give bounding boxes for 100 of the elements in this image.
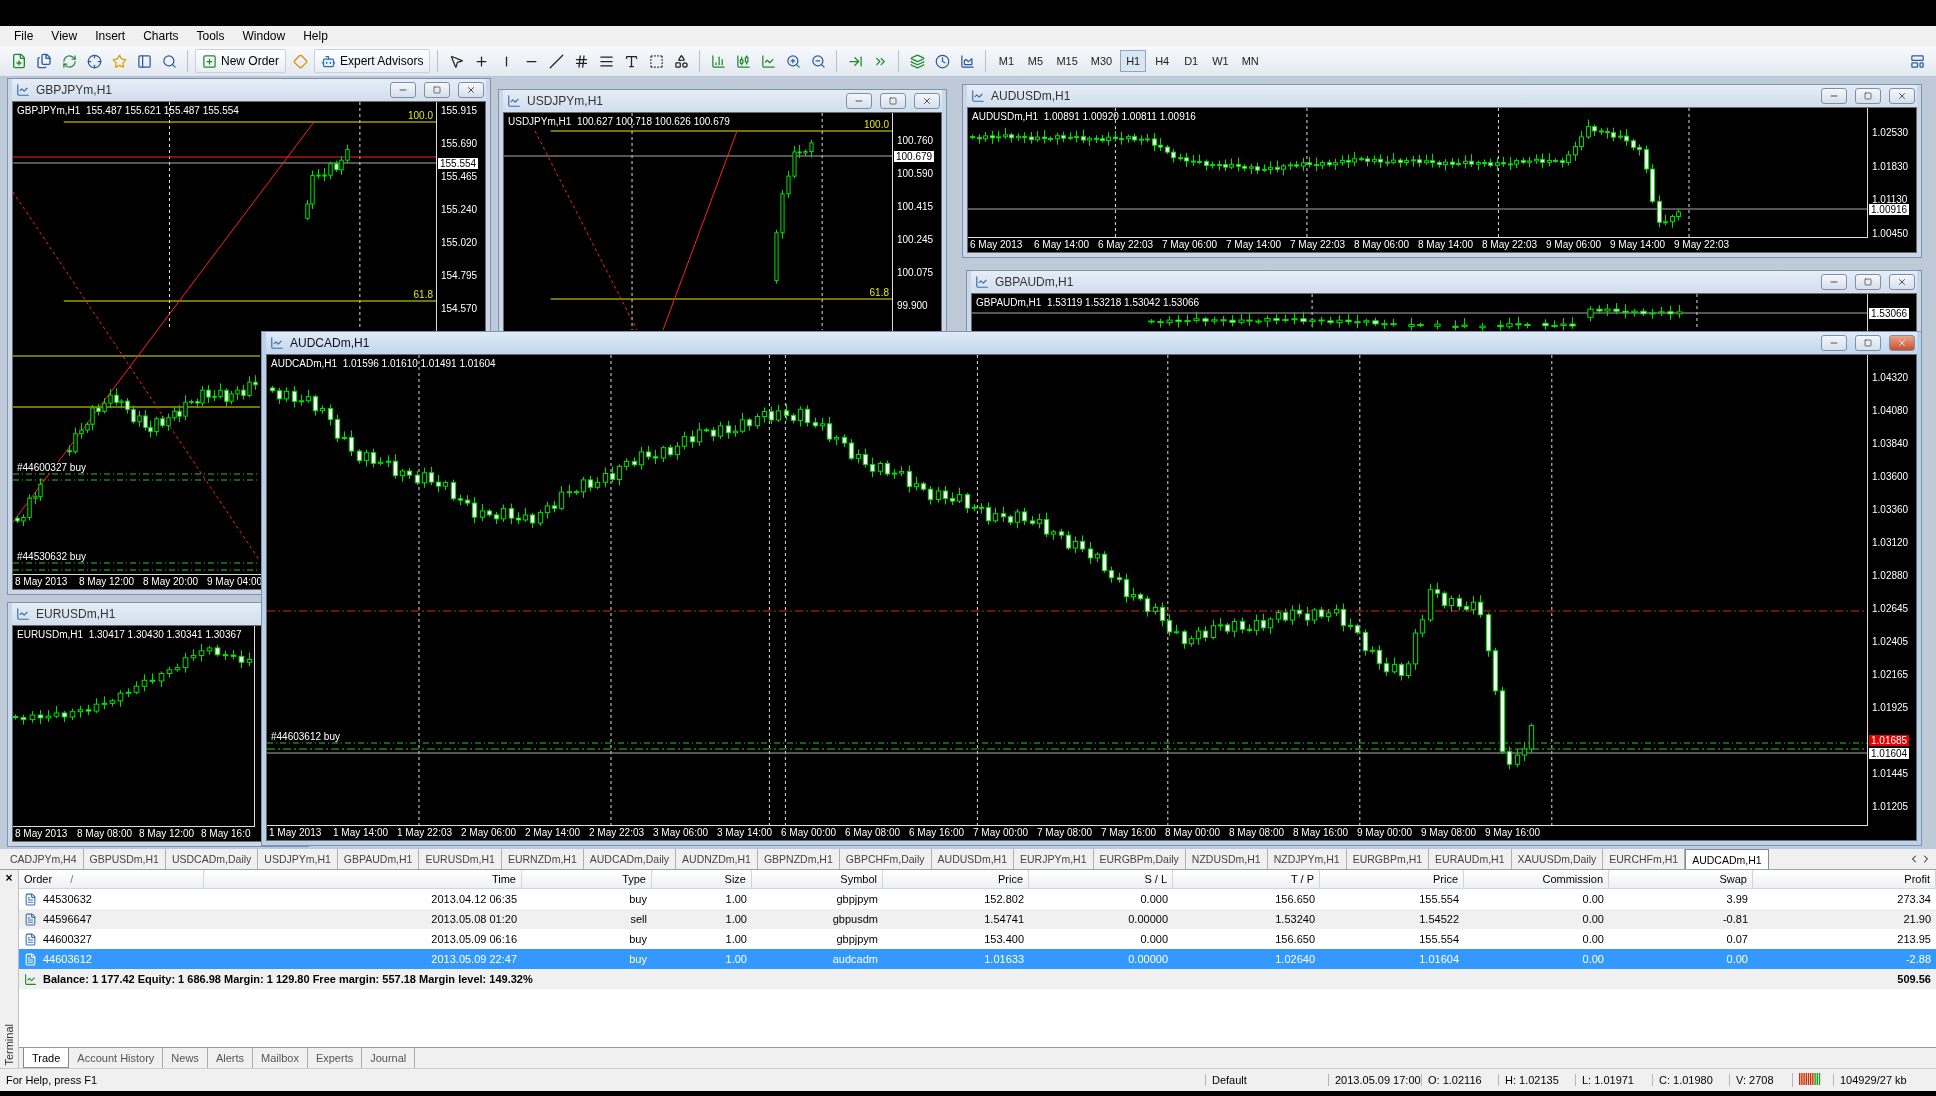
column-header[interactable]: Time — [204, 870, 522, 888]
expert-advisors-button[interactable]: Expert Advisors — [314, 49, 431, 73]
chart-tab[interactable]: USDJPYm,H1 — [258, 849, 338, 869]
order-row[interactable]: 44596647 2013.05.08 01:20 sell 1.00 gbpusdm 1.54741 0.00000 1.53240 1.54522 0.00 -0.81 21.90 — [19, 909, 1936, 929]
axis-label: 1.01130 — [1872, 194, 1908, 205]
chart-tab[interactable]: GBPUSDm,H1 — [83, 849, 166, 869]
window-title: GBPAUDm,H1 — [995, 275, 1074, 289]
sort-indicator: / — [70, 873, 74, 885]
table-cell-text: 3.99 — [1725, 893, 1749, 905]
chart-tab[interactable]: EURNZDm,H1 — [501, 849, 584, 869]
column-header[interactable]: Order — [24, 873, 53, 885]
price-label: 1.01685 — [1869, 735, 1910, 746]
chart-tab[interactable]: GBPNZDm,H1 — [757, 849, 840, 869]
chart-tab[interactable]: NZDJPYm,H1 — [1267, 849, 1347, 869]
table-cell-text: 0.00 — [1581, 953, 1605, 965]
chart-tab[interactable]: EURGBPm,H1 — [1346, 849, 1430, 869]
terminal-tab[interactable]: Trade — [23, 1048, 70, 1068]
column-header[interactable]: T / P — [1173, 870, 1320, 888]
chart-tab[interactable]: GBPCHFm,Daily — [839, 849, 932, 869]
axis-label: 8 May 20:00 — [143, 576, 199, 587]
price-label: 1.00916 — [1869, 204, 1910, 215]
timeframe-button[interactable]: MN — [1236, 50, 1264, 72]
chart-tab[interactable]: GBPAUDm,H1 — [337, 849, 420, 869]
status-text: Default — [1205, 1074, 1328, 1086]
column-header[interactable]: Commission — [1464, 870, 1609, 888]
column-header[interactable]: Size — [652, 870, 752, 888]
timeframe-button[interactable]: H1 — [1120, 50, 1147, 72]
table-cell-text: audcadm — [831, 953, 879, 965]
menu-item[interactable]: Charts — [135, 29, 187, 43]
axis-label: 9 May 16:00 — [1485, 827, 1541, 838]
axis-label: 9 May 14:00 — [1610, 239, 1666, 250]
axis-label: 1.01445 — [1872, 768, 1909, 779]
status-text: For Help, press F1 — [5, 1074, 99, 1086]
axis-label: 8 May 16:0 — [201, 828, 251, 839]
axis-label: 100.415 — [897, 201, 934, 212]
table-cell-text: 0.00000 — [1127, 953, 1169, 965]
window-title: EURUSDm,H1 — [36, 607, 116, 621]
axis-label: 8 May 12:00 — [79, 576, 135, 587]
table-cell-text: 0.00 — [1581, 893, 1605, 905]
timeframe-button[interactable]: M5 — [1022, 50, 1049, 72]
menu-item[interactable]: Tools — [188, 29, 233, 43]
chart-tab[interactable]: XAUUSDm,Daily — [1511, 849, 1604, 869]
axis-label: 1 May 14:00 — [333, 827, 389, 838]
menu-item[interactable]: Help — [295, 29, 336, 43]
column-header[interactable]: Swap — [1609, 870, 1753, 888]
table-cell-text: gbpusdm — [831, 913, 879, 925]
chart-tab[interactable]: AUDCADm,H1 — [1685, 849, 1769, 869]
timeframe-button[interactable]: M15 — [1051, 50, 1083, 72]
axis-label: 8 May 14:00 — [1418, 239, 1474, 250]
axis-label: 7 May 08:00 — [1037, 827, 1093, 838]
chart-tab[interactable]: CADJPYm,H4 — [4, 849, 84, 869]
column-header[interactable]: Profit — [1753, 870, 1936, 888]
axis-label: 1 May 22:03 — [397, 827, 453, 838]
axis-label: 1 May 2013 — [269, 827, 322, 838]
axis-label: 1.02880 — [1872, 570, 1909, 581]
order-label: #44603612 buy — [271, 731, 340, 742]
axis-label: 154.795 — [441, 270, 478, 281]
chart-tab[interactable]: USDCADm,Daily — [165, 849, 259, 869]
chart-tab[interactable]: EURGBPm,Daily — [1093, 849, 1186, 869]
column-header[interactable]: Type — [522, 870, 652, 888]
timeframe-button[interactable]: M30 — [1085, 50, 1118, 72]
status-text: 2013.05.09 17:00 — [1328, 1074, 1421, 1086]
chart-tab[interactable]: AUDNZDm,H1 — [676, 849, 758, 869]
axis-label: 6 May 08:00 — [845, 827, 901, 838]
close-button[interactable]: × — [5, 872, 13, 884]
axis-label: 7 May 06:00 — [1162, 239, 1218, 250]
menu-item[interactable]: View — [43, 29, 86, 43]
axis-label: 3 May 06:00 — [653, 827, 709, 838]
column-header[interactable]: Price — [883, 870, 1029, 888]
panel-title: Terminal — [3, 1024, 15, 1066]
menu-item[interactable]: Insert — [87, 29, 134, 43]
table-cell-text: 1.01633 — [983, 953, 1025, 965]
chart-header: AUDUSDm,H1 1.00891 1.00920 1.00811 1.00916 — [972, 111, 1196, 122]
axis-label: 7 May 00:00 — [973, 827, 1029, 838]
new-order-button[interactable]: New Order — [195, 49, 286, 73]
timeframe-button[interactable]: D1 — [1178, 50, 1205, 72]
chart-tab[interactable]: EURUSDm,H1 — [419, 849, 502, 869]
chart-tab[interactable]: AUDCADm,Daily — [583, 849, 677, 869]
column-header[interactable]: Price — [1320, 870, 1464, 888]
axis-label: 1.02405 — [1872, 636, 1909, 647]
table-cell-text: 0.000 — [1139, 933, 1169, 945]
chart-tab[interactable]: EURJPYm,H1 — [1014, 849, 1094, 869]
table-cell-text: -2.88 — [1904, 953, 1932, 965]
menu-item[interactable]: Window — [234, 29, 294, 43]
chart-header: AUDCADm,H1 1.01596 1.01610 1.01491 1.01604 — [271, 358, 496, 369]
table-cell-text: 156.650 — [1274, 893, 1316, 905]
axis-label: 8 May 16:00 — [1293, 827, 1349, 838]
table-cell-text: 156.650 — [1274, 933, 1316, 945]
axis-label: 1.01830 — [1872, 160, 1909, 172]
menu-item[interactable]: File — [6, 29, 42, 43]
timeframe-button[interactable]: W1 — [1207, 50, 1234, 72]
chart-tab[interactable]: NZDUSDm,H1 — [1185, 849, 1268, 869]
chart-tab[interactable]: AUDUSDm,H1 — [931, 849, 1014, 869]
level-label: 61.8 — [869, 287, 889, 298]
level-label: 100.0 — [863, 119, 889, 130]
chart-tab[interactable]: EURAUDm,H1 — [1429, 849, 1512, 869]
column-header[interactable]: Symbol — [752, 870, 883, 888]
column-header[interactable]: S / L — [1029, 870, 1173, 888]
timeframe-button[interactable]: H4 — [1149, 50, 1176, 72]
timeframe-button[interactable]: M1 — [993, 50, 1020, 72]
